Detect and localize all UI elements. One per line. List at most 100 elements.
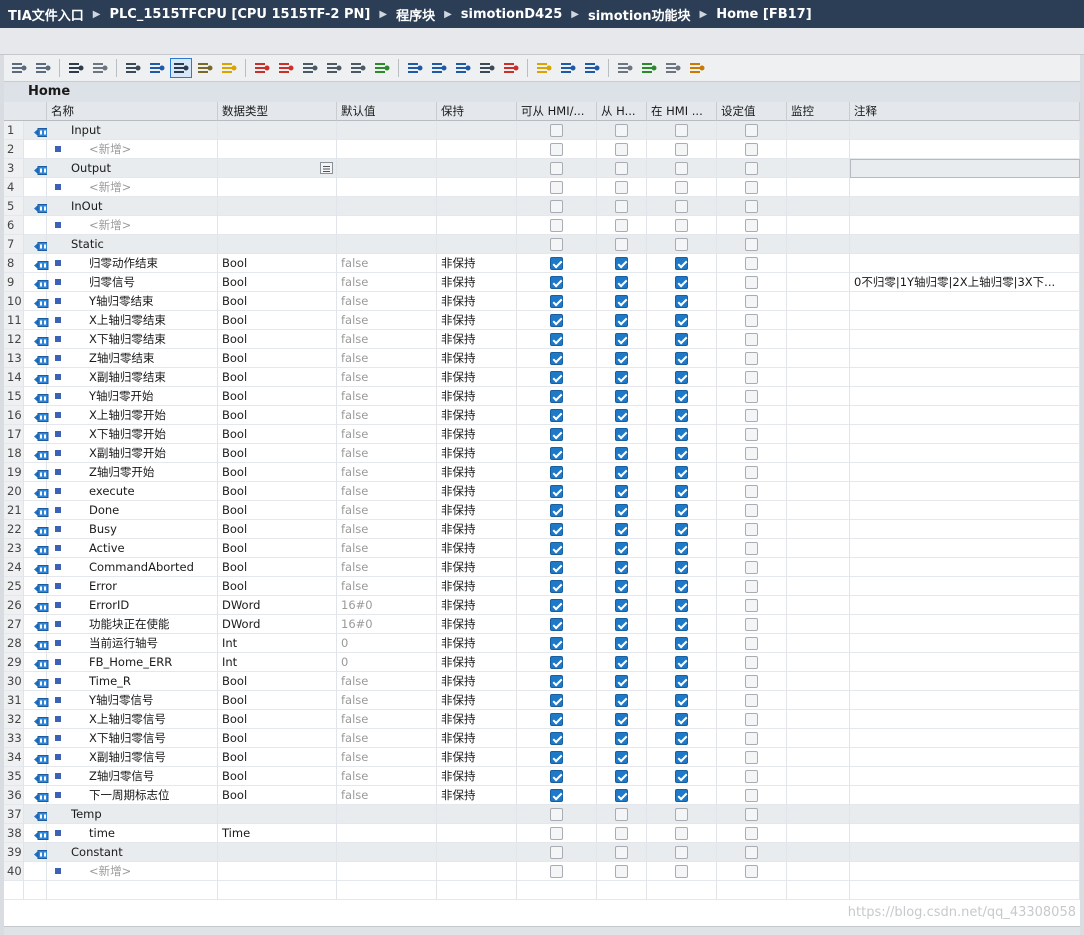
- accessible-from-hmi-checkbox[interactable]: [550, 618, 563, 631]
- data-type[interactable]: [218, 862, 337, 881]
- writable-from-hmi-checkbox[interactable]: [615, 656, 628, 669]
- retain-value[interactable]: 非保持: [437, 767, 517, 786]
- data-type[interactable]: Bool: [218, 729, 337, 748]
- comment[interactable]: [850, 748, 1080, 767]
- retain-value[interactable]: 非保持: [437, 349, 517, 368]
- comment[interactable]: [850, 178, 1080, 197]
- default-value[interactable]: false: [337, 292, 437, 311]
- comment[interactable]: [850, 368, 1080, 387]
- default-value[interactable]: [337, 862, 437, 881]
- writable-from-hmi-checkbox[interactable]: [615, 143, 628, 156]
- comment[interactable]: [850, 824, 1080, 843]
- variable-name[interactable]: Y轴归零结束: [47, 292, 218, 311]
- column-header[interactable]: 数据类型: [218, 102, 337, 121]
- default-value[interactable]: [337, 140, 437, 159]
- table-row[interactable]: 35 Z轴归零信号 Bool false 非保持: [4, 767, 1080, 786]
- table-row[interactable]: 33 X下轴归零信号 Bool false 非保持: [4, 729, 1080, 748]
- default-value[interactable]: false: [337, 311, 437, 330]
- setpoint-checkbox[interactable]: [745, 219, 758, 232]
- default-value[interactable]: false: [337, 444, 437, 463]
- default-value[interactable]: false: [337, 691, 437, 710]
- breadcrumb-item[interactable]: simotion功能块: [588, 5, 691, 24]
- variable-name[interactable]: X下轴归零信号: [47, 729, 218, 748]
- table-row[interactable]: 23 Active Bool false 非保持: [4, 539, 1080, 558]
- retain-value[interactable]: 非保持: [437, 463, 517, 482]
- table-row[interactable]: 28 当前运行轴号 Int 0 非保持: [4, 634, 1080, 653]
- comment[interactable]: [850, 520, 1080, 539]
- retain-value[interactable]: 非保持: [437, 254, 517, 273]
- download-icon[interactable]: [194, 58, 216, 78]
- variable-name[interactable]: X副轴归零信号: [47, 748, 218, 767]
- comment[interactable]: [850, 653, 1080, 672]
- variable-name[interactable]: X副轴归零结束: [47, 368, 218, 387]
- visible-in-hmi-checkbox[interactable]: [675, 466, 688, 479]
- accessible-from-hmi-checkbox[interactable]: [550, 542, 563, 555]
- retain-value[interactable]: 非保持: [437, 387, 517, 406]
- visible-in-hmi-checkbox[interactable]: [675, 599, 688, 612]
- visible-in-hmi-checkbox[interactable]: [675, 314, 688, 327]
- variable-name[interactable]: X下轴归零开始: [47, 425, 218, 444]
- data-type[interactable]: [218, 235, 337, 254]
- visible-in-hmi-checkbox[interactable]: [675, 637, 688, 650]
- variable-name[interactable]: InOut: [47, 197, 218, 216]
- writable-from-hmi-checkbox[interactable]: [615, 713, 628, 726]
- default-value[interactable]: false: [337, 767, 437, 786]
- retain-value[interactable]: [437, 235, 517, 254]
- setpoint-checkbox[interactable]: [745, 789, 758, 802]
- data-type[interactable]: Bool: [218, 501, 337, 520]
- delete-all-icon[interactable]: [275, 58, 297, 78]
- indent-left-icon[interactable]: [404, 58, 426, 78]
- writable-from-hmi-checkbox[interactable]: [615, 371, 628, 384]
- visible-in-hmi-checkbox[interactable]: [675, 352, 688, 365]
- visible-in-hmi-checkbox[interactable]: [675, 732, 688, 745]
- retain-value[interactable]: 非保持: [437, 368, 517, 387]
- table-row[interactable]: 17 X下轴归零开始 Bool false 非保持: [4, 425, 1080, 444]
- default-value[interactable]: 0: [337, 653, 437, 672]
- table-row[interactable]: 9 归零信号 Bool false 非保持 0不归零|1Y轴归零|2X上轴归零|3X下..…: [4, 273, 1080, 292]
- column-header[interactable]: 设定值: [717, 102, 787, 121]
- table-row[interactable]: 27 功能块正在使能 DWord 16#0 非保持: [4, 615, 1080, 634]
- monitor-off-icon[interactable]: [662, 58, 684, 78]
- writable-from-hmi-checkbox[interactable]: [615, 428, 628, 441]
- variable-name[interactable]: Y轴归零开始: [47, 387, 218, 406]
- default-value[interactable]: 0: [337, 634, 437, 653]
- default-value[interactable]: [337, 843, 437, 862]
- visible-in-hmi-checkbox[interactable]: [675, 656, 688, 669]
- accessible-from-hmi-checkbox[interactable]: [550, 637, 563, 650]
- default-value[interactable]: false: [337, 539, 437, 558]
- comment[interactable]: [850, 292, 1080, 311]
- setpoint-checkbox[interactable]: [745, 485, 758, 498]
- table-row[interactable]: 10 Y轴归零结束 Bool false 非保持: [4, 292, 1080, 311]
- comment[interactable]: [850, 786, 1080, 805]
- visible-in-hmi-checkbox[interactable]: [675, 428, 688, 441]
- tools-icon[interactable]: [614, 58, 636, 78]
- writable-from-hmi-checkbox[interactable]: [615, 504, 628, 517]
- paste-icon[interactable]: [323, 58, 345, 78]
- table-row[interactable]: 5 InOut: [4, 197, 1080, 216]
- accessible-from-hmi-checkbox[interactable]: [550, 238, 563, 251]
- setpoint-checkbox[interactable]: [745, 523, 758, 536]
- accessible-from-hmi-checkbox[interactable]: [550, 257, 563, 270]
- retain-value[interactable]: 非保持: [437, 748, 517, 767]
- comment[interactable]: [850, 159, 1080, 178]
- writable-from-hmi-checkbox[interactable]: [615, 694, 628, 707]
- comment[interactable]: [850, 862, 1080, 881]
- accessible-from-hmi-checkbox[interactable]: [550, 808, 563, 821]
- default-value[interactable]: [337, 121, 437, 140]
- data-type[interactable]: Bool: [218, 558, 337, 577]
- visible-in-hmi-checkbox[interactable]: [675, 580, 688, 593]
- variable-name[interactable]: Temp: [47, 805, 218, 824]
- accessible-from-hmi-checkbox[interactable]: [550, 124, 563, 137]
- table-row[interactable]: 11 X上轴归零结束 Bool false 非保持: [4, 311, 1080, 330]
- data-type[interactable]: Bool: [218, 425, 337, 444]
- setpoint-checkbox[interactable]: [745, 162, 758, 175]
- default-value[interactable]: false: [337, 254, 437, 273]
- data-type[interactable]: Int: [218, 653, 337, 672]
- retain-value[interactable]: 非保持: [437, 577, 517, 596]
- detailed-view-icon[interactable]: [146, 58, 168, 78]
- wizard-icon[interactable]: [533, 58, 555, 78]
- data-type[interactable]: [218, 843, 337, 862]
- default-value[interactable]: false: [337, 330, 437, 349]
- table-row[interactable]: 16 X上轴归零开始 Bool false 非保持: [4, 406, 1080, 425]
- indent-right-icon[interactable]: [428, 58, 450, 78]
